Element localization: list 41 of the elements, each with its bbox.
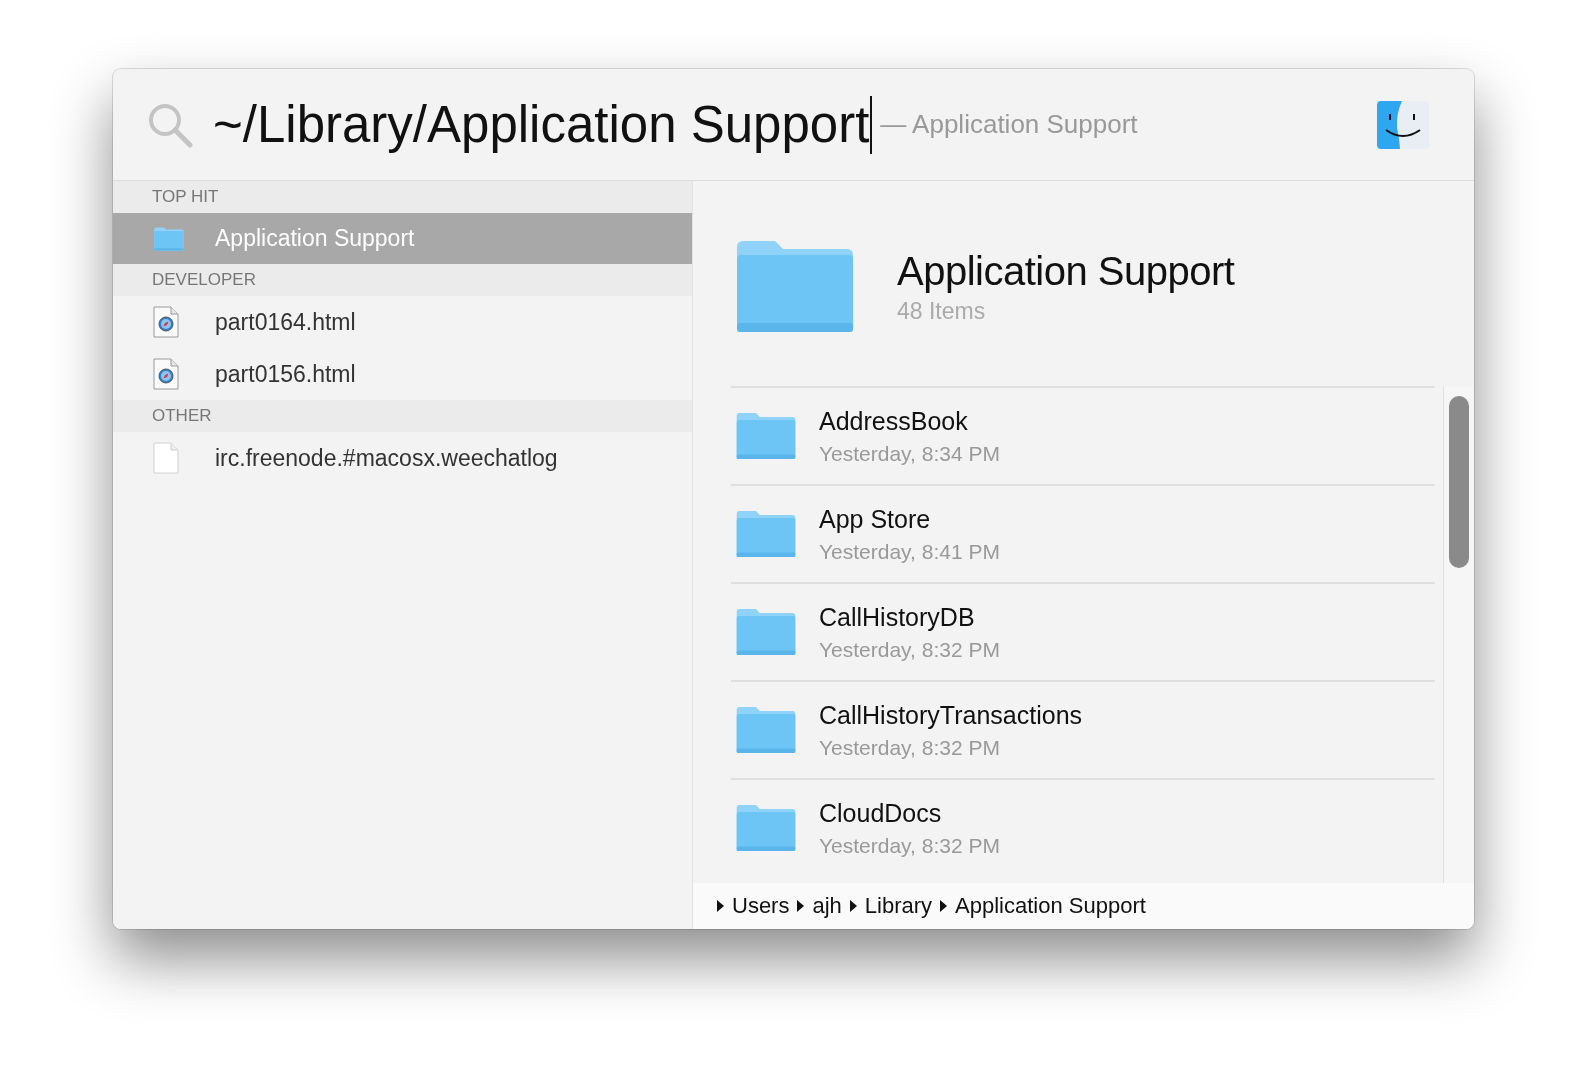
section-header: OTHER [152,406,212,426]
html-file-icon [153,358,179,390]
preview-title: Application Support [897,248,1235,294]
folder-icon [735,706,797,754]
disclosure-triangle-icon [849,900,857,912]
folder-name: CloudDocs [819,798,943,828]
document-icon [153,442,179,474]
path-segment[interactable]: ajh [812,893,842,919]
folder-icon [735,804,797,852]
path-segment[interactable]: Library [864,893,933,919]
disclosure-triangle-icon [717,900,724,912]
finder-face-icon[interactable] [1376,99,1430,150]
search-completion: — Application Support [880,109,1138,140]
result-item[interactable]: part0164.html [113,296,692,348]
result-item[interactable]: part0156.html [113,348,692,400]
folder-icon [735,608,797,656]
modified-date: Yesterday, 8:32 PM [819,637,1000,662]
search-field[interactable]: ~/Library/Application Support [213,95,873,154]
disclosure-triangle-icon [797,900,805,912]
modified-date: Yesterday, 8:41 PM [819,539,1000,564]
disclosure-triangle-icon [940,900,948,912]
scrollbar-thumb[interactable] [1449,396,1469,568]
folder-name: CallHistoryDB [819,602,976,632]
folder-icon [735,510,797,558]
item-count: 48 Items [897,297,987,325]
path-segment[interactable]: Users [732,893,790,919]
modified-date: Yesterday, 8:34 PM [819,441,1000,466]
html-file-icon [153,306,179,338]
section-header: DEVELOPER [152,270,256,290]
section-header: TOP HIT [152,187,219,207]
path-segment[interactable]: Application Support [955,893,1146,919]
result-item[interactable]: irc.freenode.#macosx.weechatlog [113,432,692,484]
modified-date: Yesterday, 8:32 PM [819,833,1000,858]
folder-icon [153,226,185,251]
folder-name: App Store [819,504,932,534]
folder-name: CallHistoryTransactions [819,700,1083,730]
modified-date: Yesterday, 8:32 PM [819,735,1001,760]
folder-icon [735,239,855,334]
folder-name: AddressBook [819,406,969,436]
search-icon [147,101,193,148]
folder-icon [735,412,797,460]
